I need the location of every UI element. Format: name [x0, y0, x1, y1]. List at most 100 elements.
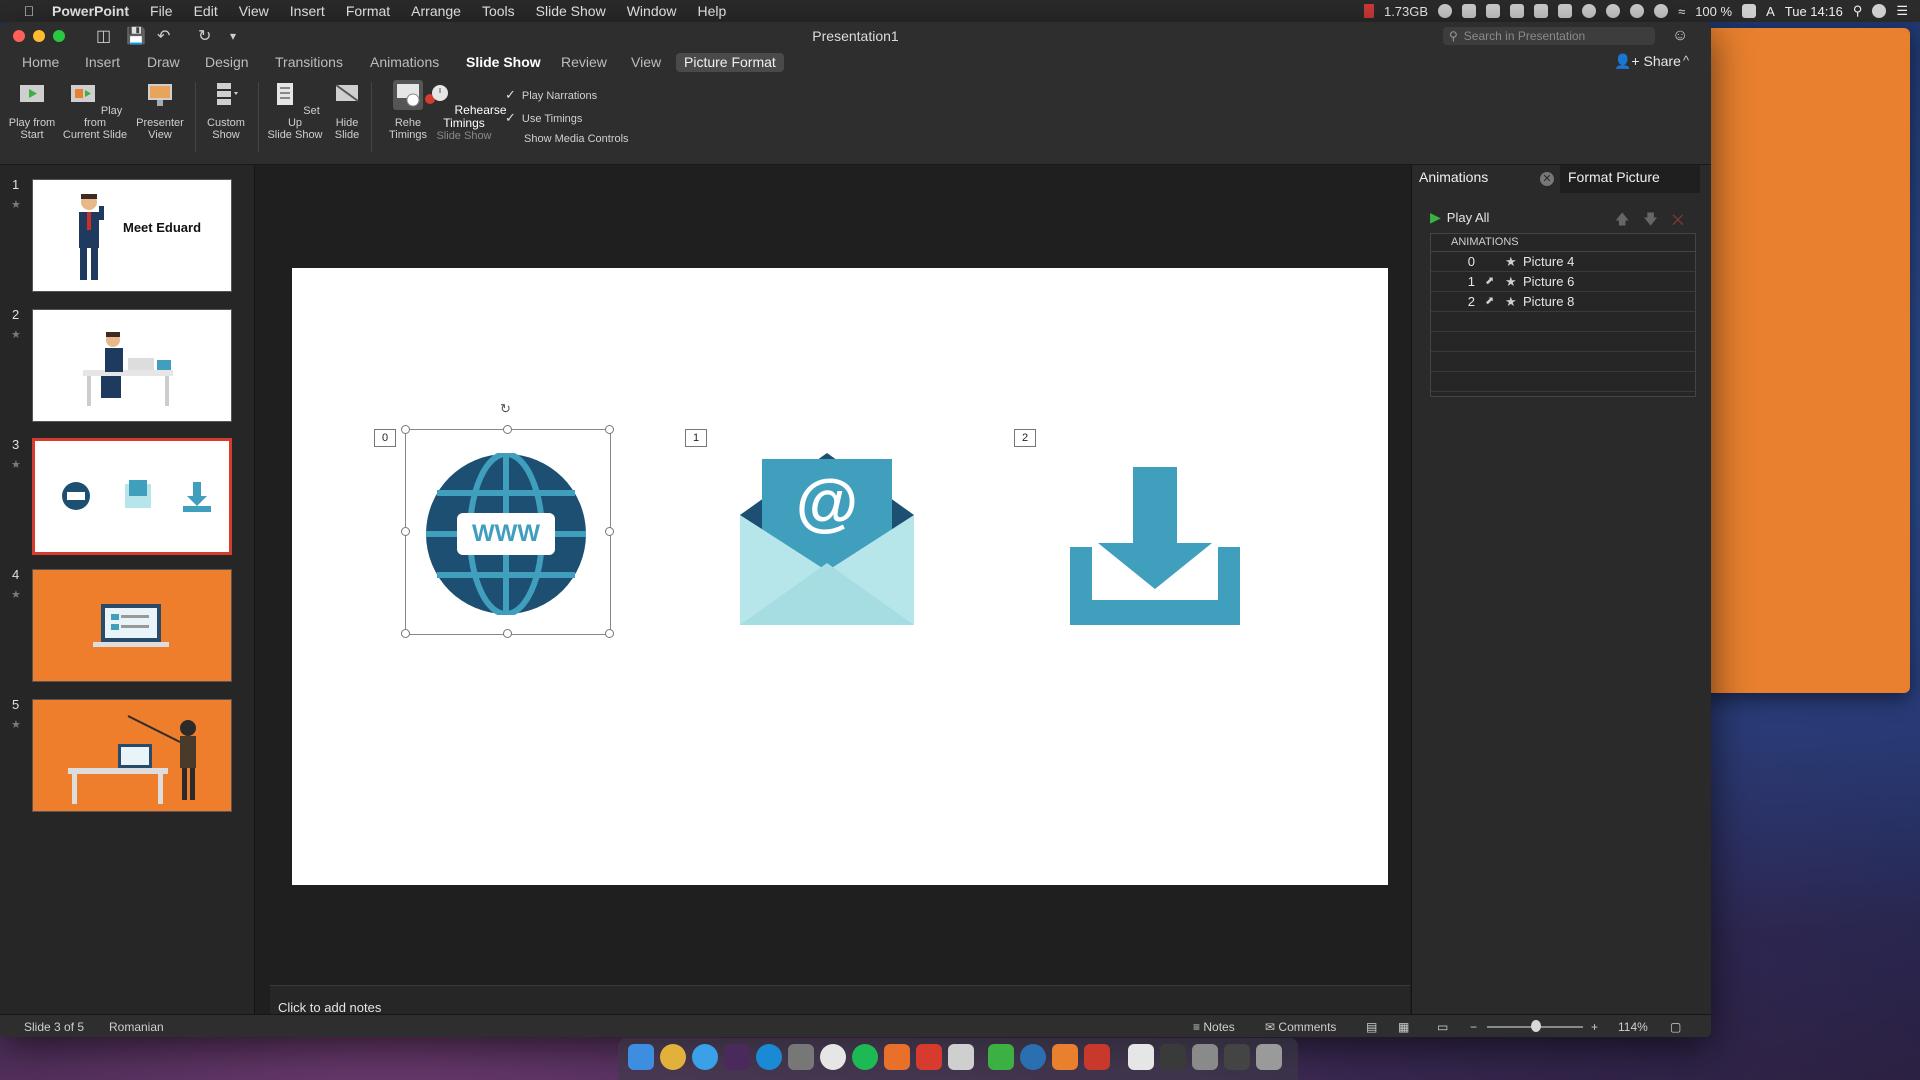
tab-picture-format[interactable]: Picture Format — [676, 53, 784, 72]
resize-handle[interactable] — [605, 527, 614, 536]
edge-icon[interactable] — [1020, 1044, 1046, 1070]
menu-tools[interactable]: Tools — [482, 3, 515, 19]
cloud-icon[interactable] — [1606, 4, 1621, 18]
display-icon[interactable] — [1224, 1044, 1250, 1070]
spotlight-icon[interactable]: ⚲ — [1853, 3, 1863, 19]
custom-show-button[interactable]: Custom Show — [200, 80, 252, 141]
siri-icon[interactable] — [1872, 4, 1887, 18]
notification-center-icon[interactable]: ☰ — [1896, 3, 1908, 19]
spotify-icon[interactable] — [852, 1044, 878, 1070]
tab-insert[interactable]: Insert — [77, 53, 128, 72]
resize-handle[interactable] — [605, 629, 614, 638]
tab-transitions[interactable]: Transitions — [267, 53, 351, 72]
clock-app-icon[interactable] — [820, 1044, 846, 1070]
slack-icon[interactable] — [724, 1044, 750, 1070]
move-up-icon[interactable]: 🡅 — [1615, 211, 1643, 227]
search-input[interactable]: ⚲ Search in Presentation — [1443, 27, 1655, 45]
app-icon[interactable] — [1052, 1044, 1078, 1070]
menu-window[interactable]: Window — [627, 3, 677, 19]
zoom-in-icon[interactable]: + — [1591, 1020, 1598, 1034]
tab-animations[interactable]: Animations — [362, 53, 447, 72]
presenter-view-button[interactable]: Presenter View — [132, 80, 188, 141]
keyboard-icon[interactable] — [1192, 1044, 1218, 1070]
normal-view-icon[interactable]: ▤ — [1366, 1020, 1377, 1034]
chrome-icon[interactable] — [660, 1044, 686, 1070]
menu-insert[interactable]: Insert — [290, 3, 325, 19]
globe-www-icon[interactable]: WWW — [425, 451, 587, 617]
clock[interactable]: Tue 14:16 — [1785, 4, 1843, 19]
tab-format-picture[interactable]: Format Picture — [1568, 169, 1660, 185]
status-app-icon[interactable] — [1558, 4, 1573, 18]
numbers-icon[interactable] — [988, 1044, 1014, 1070]
zoom-out-icon[interactable]: − — [1470, 1020, 1477, 1034]
close-pane-icon[interactable]: ✕ — [1540, 172, 1554, 186]
zoom-slider-knob[interactable] — [1531, 1020, 1541, 1032]
slide-thumbnail-4[interactable] — [32, 569, 232, 682]
status-app-icon[interactable] — [1630, 4, 1645, 18]
input-source[interactable]: A — [1766, 4, 1775, 19]
todoist-icon[interactable] — [916, 1044, 942, 1070]
resize-handle[interactable] — [401, 629, 410, 638]
menu-help[interactable]: Help — [698, 3, 727, 19]
resize-handle[interactable] — [503, 629, 512, 638]
move-down-icon[interactable]: 🡇 — [1643, 211, 1671, 227]
dropbox-icon[interactable] — [1510, 4, 1525, 18]
notes-app-icon[interactable] — [948, 1044, 974, 1070]
menu-app-name[interactable]: PowerPoint — [52, 3, 129, 19]
language-indicator[interactable]: Romanian — [109, 1020, 164, 1034]
status-app-icon[interactable] — [1438, 4, 1453, 18]
skype-icon[interactable] — [756, 1044, 782, 1070]
menu-file[interactable]: File — [150, 3, 173, 19]
play-all-button[interactable]: ▶ Play All — [1430, 209, 1489, 226]
record-indicator-icon[interactable] — [1363, 4, 1374, 18]
set-up-slide-show-button[interactable]: Set Up Slide Show — [264, 80, 326, 141]
battery-readout[interactable]: 100 % — [1695, 4, 1732, 19]
battery-icon[interactable] — [1742, 4, 1757, 18]
animation-order-tag[interactable]: 1 — [685, 429, 707, 447]
play-narrations-checkbox[interactable]: ✓ Play Narrations — [505, 87, 597, 103]
menu-view[interactable]: View — [239, 3, 269, 19]
tab-slide-show[interactable]: Slide Show — [458, 53, 549, 72]
animation-order-tag[interactable]: 2 — [1014, 429, 1036, 447]
sublime-icon[interactable] — [884, 1044, 910, 1070]
envelope-at-icon[interactable]: @ — [740, 453, 914, 625]
play-from-start-button[interactable]: Play from Start — [6, 80, 58, 141]
animation-order-tag[interactable]: 0 — [374, 429, 396, 447]
animation-row[interactable]: 0 ★ Picture 4 — [1431, 252, 1695, 272]
share-button[interactable]: 👤+ Share — [1614, 53, 1681, 70]
menu-slide-show[interactable]: Slide Show — [536, 3, 606, 19]
rotate-handle-icon[interactable]: ↻ — [500, 401, 511, 417]
status-app-icon[interactable] — [1582, 4, 1597, 18]
tab-view[interactable]: View — [623, 53, 669, 72]
status-app-icon[interactable] — [1654, 4, 1669, 18]
resize-handle[interactable] — [503, 425, 512, 434]
launchpad-icon[interactable] — [788, 1044, 814, 1070]
feedback-smiley-icon[interactable]: ☺ — [1672, 27, 1688, 45]
tab-draw[interactable]: Draw — [139, 53, 188, 72]
record-slide-show-button[interactable]: Rehearse Timings Slide Show — [414, 80, 514, 142]
delete-animation-icon[interactable]: ✕ — [1672, 211, 1698, 227]
play-from-current-button[interactable]: Play from Current Slide — [62, 80, 128, 141]
slide-thumbnail-3[interactable] — [32, 438, 232, 555]
download-icon[interactable] — [1070, 467, 1240, 625]
butterfly-icon[interactable] — [1534, 4, 1549, 18]
menu-arrange[interactable]: Arrange — [411, 3, 461, 19]
finder-icon[interactable] — [628, 1044, 654, 1070]
use-timings-checkbox[interactable]: ✓ Use Timings — [505, 110, 582, 126]
wifi-icon[interactable]: ≈ — [1678, 4, 1685, 19]
status-app-icon[interactable] — [1462, 4, 1477, 18]
collapse-ribbon-icon[interactable]: ^ — [1683, 53, 1689, 68]
tab-home[interactable]: Home — [14, 53, 67, 72]
slide-thumbnail-2[interactable] — [32, 309, 232, 422]
zoom-level[interactable]: 114% — [1618, 1020, 1648, 1034]
memory-readout[interactable]: 1.73GB — [1384, 4, 1428, 19]
document-icon[interactable] — [1128, 1044, 1154, 1070]
window-icon[interactable] — [1160, 1044, 1186, 1070]
slide-sorter-icon[interactable]: ▦ — [1398, 1020, 1409, 1034]
slide-show-view-icon[interactable]: ▭ — [1437, 1020, 1448, 1034]
apple-icon[interactable]:  — [20, 3, 38, 19]
resize-handle[interactable] — [401, 527, 410, 536]
slide-thumbnail-5[interactable] — [32, 699, 232, 812]
show-media-controls-checkbox[interactable]: Show Media Controls — [524, 133, 629, 145]
tab-animations-pane[interactable]: Animations — [1419, 169, 1488, 185]
